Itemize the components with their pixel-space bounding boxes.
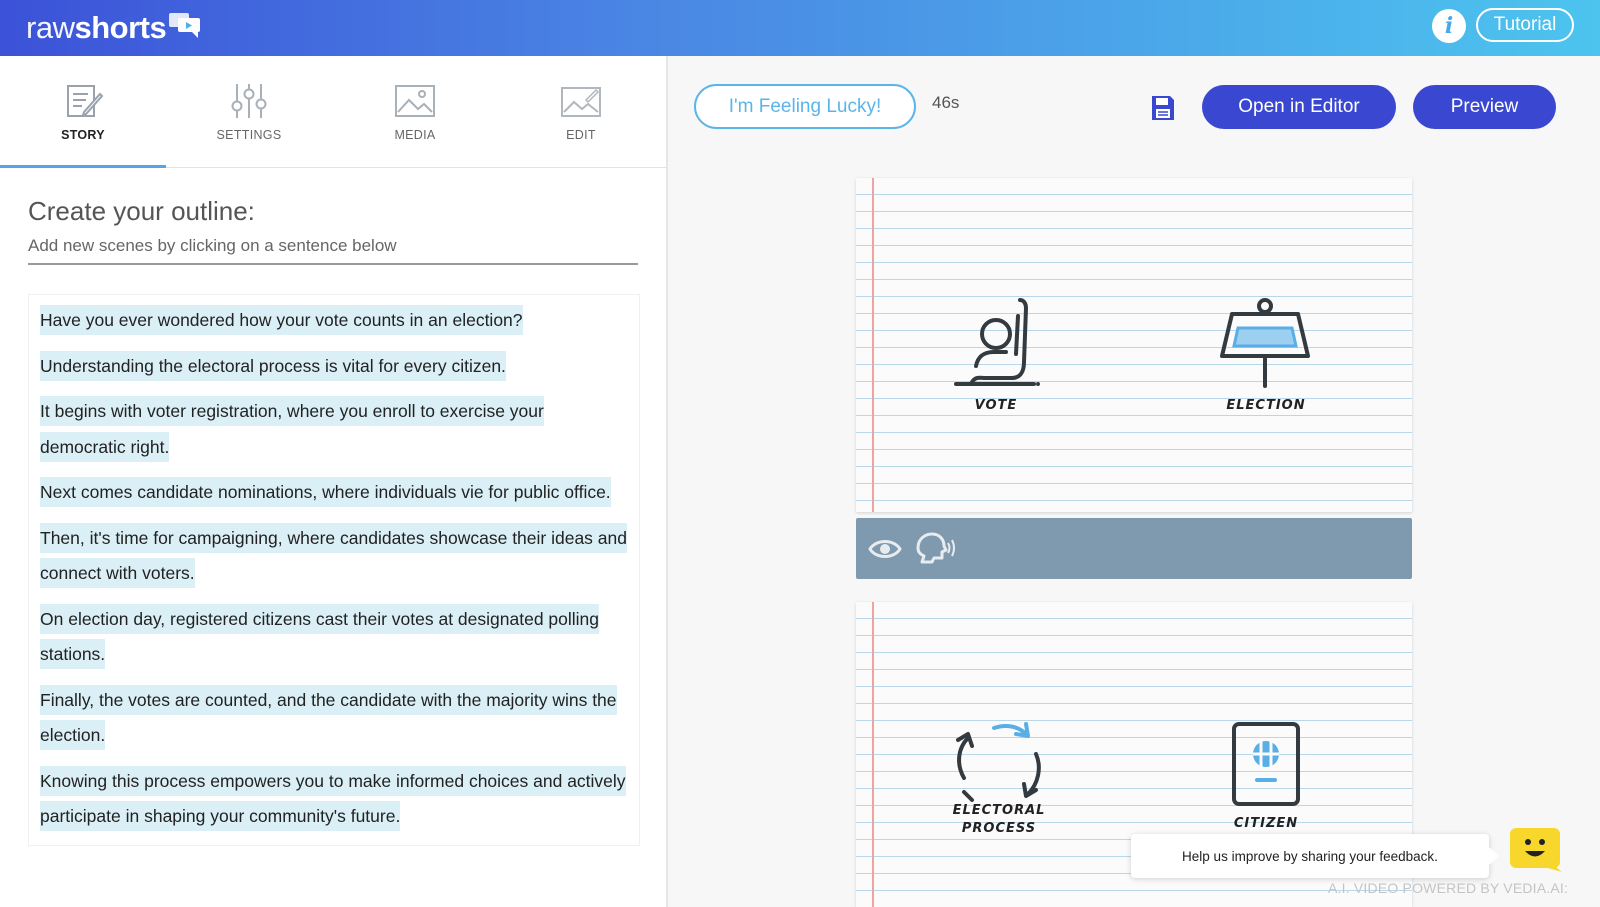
election-podium-icon <box>1220 298 1310 388</box>
feeling-lucky-button[interactable]: I'm Feeling Lucky! <box>694 84 916 129</box>
open-in-editor-button[interactable]: Open in Editor <box>1202 85 1396 129</box>
keyword-label: CITIZEN <box>1233 816 1299 831</box>
video-duration: 46s <box>932 93 960 112</box>
feedback-prompt[interactable]: Help us improve by sharing your feedback… <box>1131 834 1489 878</box>
tab-edit[interactable]: EDIT <box>498 56 664 168</box>
tab-story[interactable]: STORY <box>0 56 166 168</box>
keyword-label: ELECTORAL PROCESS <box>952 803 1046 836</box>
outline-subtitle: Add new scenes by clicking on a sentence… <box>28 236 397 255</box>
voiceover-icon[interactable] <box>914 532 958 564</box>
keyword-label: ELECTION <box>1226 398 1306 413</box>
preview-button[interactable]: Preview <box>1413 85 1556 129</box>
outline-divider <box>28 263 638 265</box>
powered-by-label: A.I. VIDEO POWERED BY VEDIA.AI: <box>1328 880 1569 896</box>
feedback-bot-icon[interactable] <box>1508 826 1564 872</box>
save-icon[interactable] <box>1150 94 1176 122</box>
cycle-arrows-icon <box>956 722 1041 802</box>
left-panel: STORY SETTINGS MEDIA EDIT Create your ou… <box>0 56 668 907</box>
active-tab-indicator <box>0 165 166 168</box>
scene-card[interactable]: VOTE ELECTION <box>856 178 1412 512</box>
edit-image-icon <box>561 87 601 117</box>
info-button[interactable]: i <box>1432 9 1466 43</box>
sentence-item[interactable]: Then, it's time for campaigning, where c… <box>40 521 628 592</box>
notebook-margin <box>872 602 874 907</box>
sentence-item[interactable]: It begins with voter registration, where… <box>40 394 628 465</box>
tutorial-button[interactable]: Tutorial <box>1476 8 1574 42</box>
outline-title: Create your outline: <box>28 196 255 226</box>
sentence-item[interactable]: On election day, registered citizens cas… <box>40 602 628 673</box>
eye-icon[interactable] <box>868 536 902 562</box>
top-header: raw shorts i Tutorial <box>0 0 1600 56</box>
vote-hand-icon <box>954 298 1040 386</box>
tab-media[interactable]: MEDIA <box>332 56 498 168</box>
sentence-item[interactable]: Knowing this process empowers you to mak… <box>40 764 628 835</box>
image-icon <box>395 85 435 117</box>
speech-bubble-icon <box>169 13 201 38</box>
citizen-passport-icon <box>1232 722 1300 806</box>
sentence-list: Have you ever wondered how your vote cou… <box>28 294 640 846</box>
sentence-item[interactable]: Next comes candidate nominations, where … <box>40 475 628 511</box>
sentence-item[interactable]: Understanding the electoral process is v… <box>40 349 628 385</box>
tab-settings[interactable]: SETTINGS <box>166 56 332 168</box>
keyword-label: VOTE <box>974 398 1018 413</box>
info-icon: i <box>1444 13 1454 39</box>
story-icon <box>67 85 104 117</box>
sentence-item[interactable]: Finally, the votes are counted, and the … <box>40 683 628 754</box>
notebook-margin <box>872 178 874 512</box>
sliders-icon <box>231 84 267 118</box>
rawshorts-logo[interactable]: raw shorts <box>26 9 202 47</box>
sentence-item[interactable]: Have you ever wondered how your vote cou… <box>40 303 628 339</box>
tab-bar: STORY SETTINGS MEDIA EDIT <box>0 56 666 168</box>
